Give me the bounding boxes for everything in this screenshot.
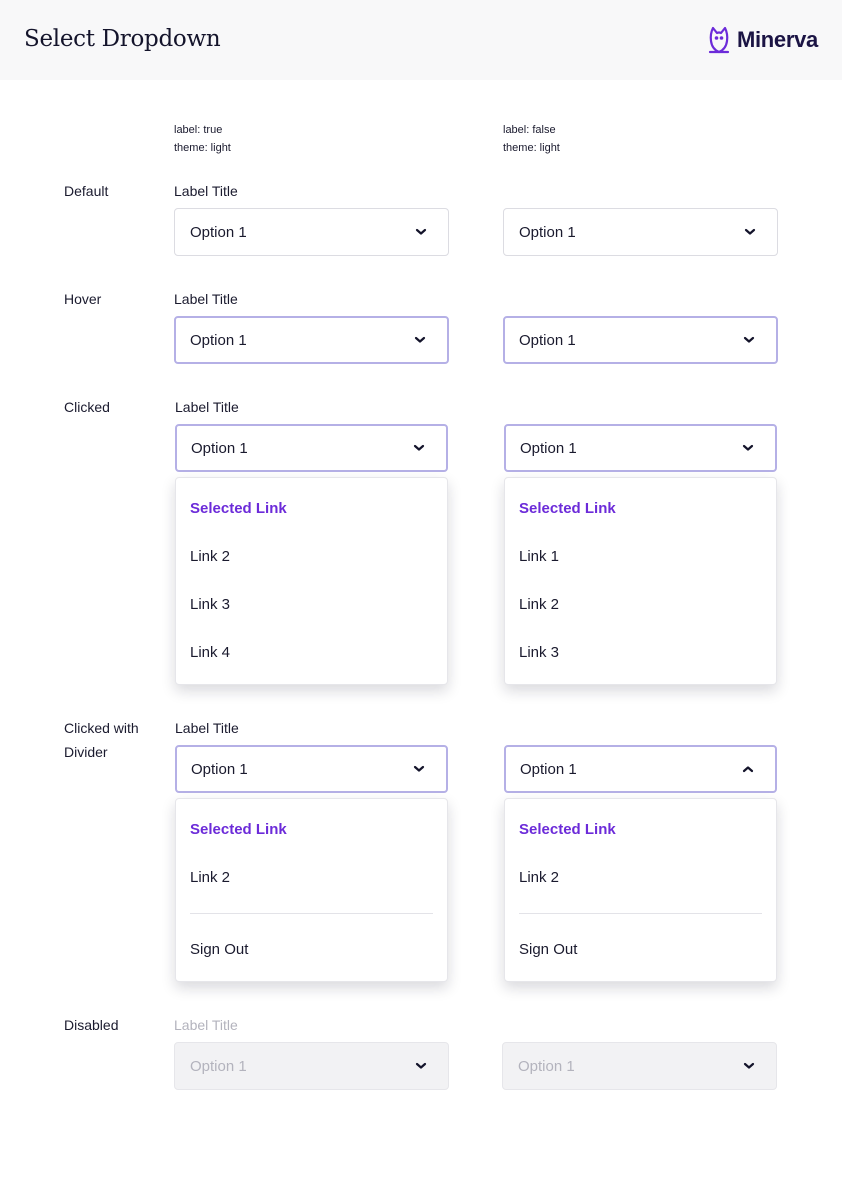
select-clicked-labeled[interactable]: Option 1	[175, 424, 448, 472]
dropdown-menu-clicked-labeled: Selected Link Link 2 Link 3 Link 4	[175, 477, 448, 685]
meta-theme-line: theme: light	[174, 142, 231, 154]
menu-item-sign-out[interactable]: Sign Out	[190, 941, 248, 958]
dropdown-menu-divider-labeled: Selected Link Link 2 Sign Out	[175, 798, 448, 982]
chevron-down-icon	[414, 336, 426, 344]
row-label-clicked: Clicked	[64, 399, 110, 415]
row-label-hover: Hover	[64, 291, 102, 307]
brand-name: Minerva	[736, 27, 818, 52]
field-label: Label Title	[175, 399, 239, 415]
select-default-unlabeled[interactable]: Option 1	[503, 208, 778, 256]
menu-item[interactable]: Link 2	[519, 869, 559, 886]
select-value: Option 1	[191, 439, 248, 457]
field-label: Label Title	[175, 720, 239, 736]
menu-item-selected[interactable]: Selected Link	[519, 500, 616, 517]
chevron-down-icon	[413, 765, 425, 773]
menu-item[interactable]: Link 2	[519, 596, 559, 613]
owl-icon	[707, 26, 731, 54]
select-disabled-labeled: Option 1	[174, 1042, 449, 1090]
select-hover-labeled[interactable]: Option 1	[174, 316, 449, 364]
select-value: Option 1	[190, 1057, 247, 1075]
column-meta-labeled: label: true theme: light	[174, 121, 231, 157]
select-value: Option 1	[520, 760, 577, 778]
column-meta-unlabeled: label: false theme: light	[503, 121, 560, 157]
select-default-labeled[interactable]: Option 1	[174, 208, 449, 256]
brand-logo: Minerva	[707, 26, 818, 54]
chevron-down-icon	[413, 444, 425, 452]
select-value: Option 1	[519, 331, 576, 349]
menu-divider	[190, 913, 433, 914]
chevron-down-icon	[742, 444, 754, 452]
select-divider-labeled[interactable]: Option 1	[175, 745, 448, 793]
menu-item-selected[interactable]: Selected Link	[519, 821, 616, 838]
page-title: Select Dropdown	[24, 26, 221, 52]
row-label-clicked-divider: Clicked with Divider	[64, 716, 139, 764]
chevron-down-icon	[743, 336, 755, 344]
field-label: Label Title	[174, 183, 238, 199]
chevron-down-icon	[744, 228, 756, 236]
select-value: Option 1	[190, 331, 247, 349]
chevron-down-icon	[743, 1062, 755, 1070]
row-label-line: Divider	[64, 744, 108, 760]
select-value: Option 1	[519, 223, 576, 241]
chevron-down-icon	[415, 1062, 427, 1070]
select-value: Option 1	[190, 223, 247, 241]
field-label-disabled: Label Title	[174, 1017, 238, 1033]
header-bar: Select Dropdown Minerva	[0, 0, 842, 80]
meta-label-line: label: true	[174, 124, 223, 136]
select-value: Option 1	[520, 439, 577, 457]
menu-item[interactable]: Link 2	[190, 548, 230, 565]
meta-theme-line: theme: light	[503, 142, 560, 154]
field-label: Label Title	[174, 291, 238, 307]
dropdown-menu-clicked-unlabeled: Selected Link Link 1 Link 2 Link 3	[504, 477, 777, 685]
menu-item-selected[interactable]: Selected Link	[190, 821, 287, 838]
menu-item-selected[interactable]: Selected Link	[190, 500, 287, 517]
meta-label-line: label: false	[503, 124, 556, 136]
row-label-disabled: Disabled	[64, 1017, 119, 1033]
menu-item[interactable]: Link 4	[190, 644, 230, 661]
select-value: Option 1	[191, 760, 248, 778]
row-label-default: Default	[64, 183, 109, 199]
select-value: Option 1	[518, 1057, 575, 1075]
menu-item[interactable]: Link 1	[519, 548, 559, 565]
menu-item[interactable]: Link 3	[519, 644, 559, 661]
menu-item[interactable]: Link 2	[190, 869, 230, 886]
chevron-up-icon	[742, 765, 754, 773]
chevron-down-icon	[415, 228, 427, 236]
select-hover-unlabeled[interactable]: Option 1	[503, 316, 778, 364]
select-clicked-unlabeled[interactable]: Option 1	[504, 424, 777, 472]
select-divider-unlabeled[interactable]: Option 1	[504, 745, 777, 793]
row-label-line: Clicked with	[64, 720, 139, 736]
menu-item[interactable]: Link 3	[190, 596, 230, 613]
dropdown-menu-divider-unlabeled: Selected Link Link 2 Sign Out	[504, 798, 777, 982]
menu-item-sign-out[interactable]: Sign Out	[519, 941, 577, 958]
menu-divider	[519, 913, 762, 914]
select-disabled-unlabeled: Option 1	[502, 1042, 777, 1090]
